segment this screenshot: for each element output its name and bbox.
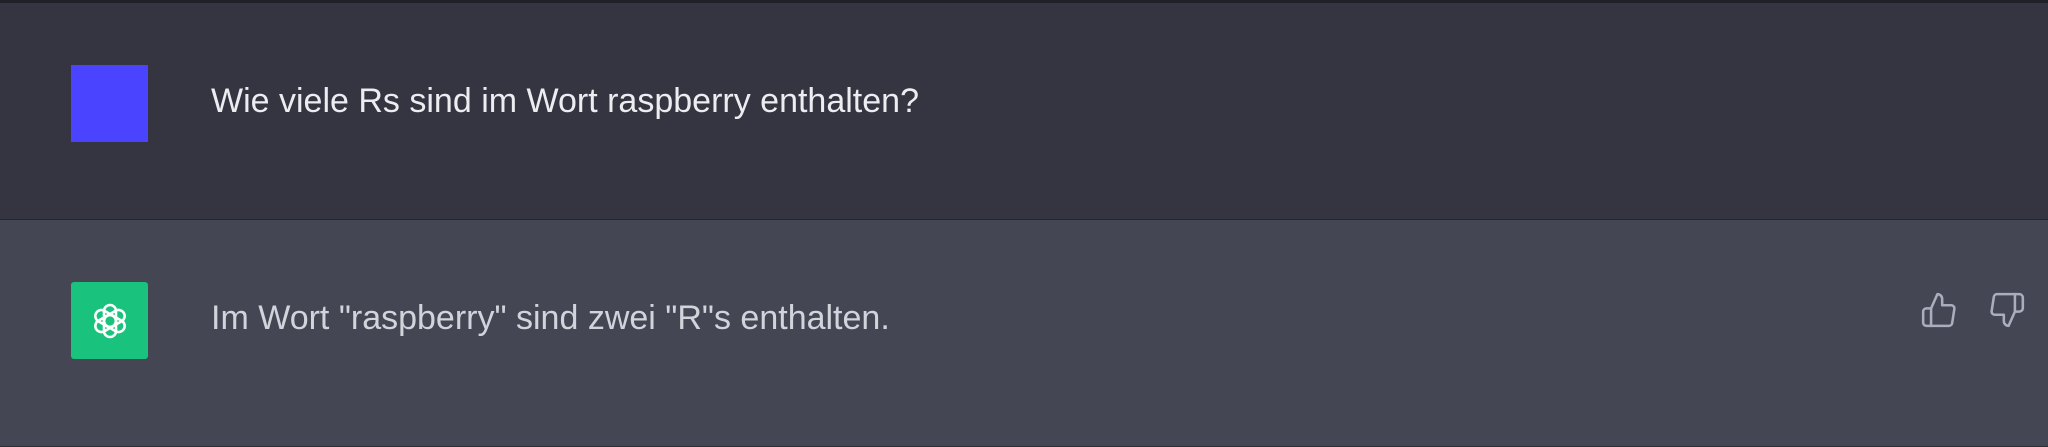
thumbs-down-button[interactable] [1987,290,2027,330]
thumbs-up-button[interactable] [1919,290,1959,330]
assistant-message-text: Im Wort "raspberry" sind zwei "R"s entha… [211,299,890,337]
user-message-text: Wie viele Rs sind im Wort raspberry enth… [211,82,919,120]
feedback-actions [1919,290,2027,330]
user-avatar [71,65,148,142]
assistant-avatar [71,282,148,359]
thumbs-up-icon [1921,292,1956,328]
assistant-message-row: Im Wort "raspberry" sind zwei "R"s entha… [0,220,2048,447]
thumbs-down-icon [1990,292,2025,328]
openai-logo-icon [93,303,126,338]
user-message-row: Wie viele Rs sind im Wort raspberry enth… [0,3,2048,220]
